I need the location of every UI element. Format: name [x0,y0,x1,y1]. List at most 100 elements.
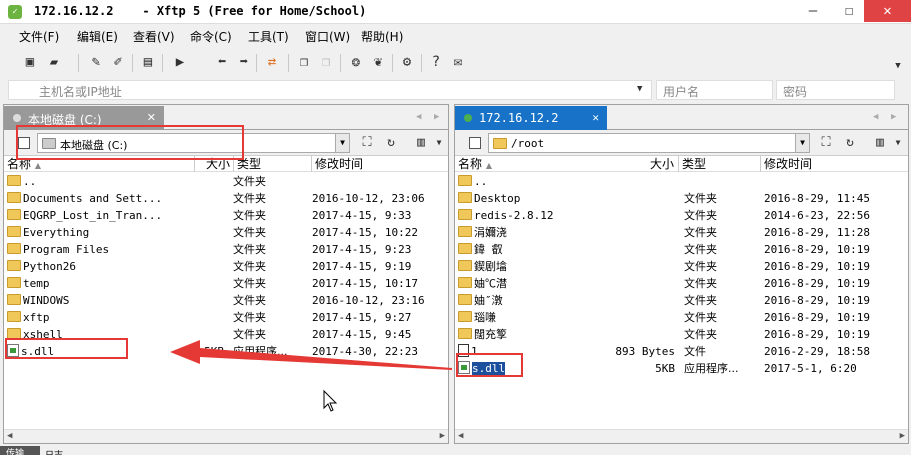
file-type: 文件夹 [684,243,717,256]
table-row[interactable]: 瑙嗛 文件夹 2016-8-29, 10:19 [455,309,908,326]
table-row[interactable]: Documents and Sett... 文件夹 2016-10-12, 23:0… [4,190,448,207]
folder-icon [7,192,21,203]
col-size[interactable]: 大小 [194,156,234,172]
file-size [605,309,675,326]
view-dropdown-icon[interactable]: ▼ [889,135,907,151]
table-row[interactable]: EQGRP_Lost_in_Tran... 文件夹 2017-4-15, 9:33 [4,207,448,224]
table-row[interactable]: 涓嬭浇 文件夹 2016-8-29, 11:28 [455,224,908,241]
refresh-icon[interactable]: ↻ [382,135,400,151]
table-row[interactable]: temp 文件夹 2017-4-15, 10:17 [4,275,448,292]
tree-toggle-icon[interactable] [18,137,30,149]
local-horizontal-scrollbar[interactable]: ◀ ▶ [4,429,448,443]
path-dropdown-icon[interactable]: ▼ [795,134,809,152]
tab-prev-icon[interactable]: ◀ [416,112,421,122]
minimize-button[interactable]: — [796,0,830,22]
col-modified[interactable]: 修改时间 [761,156,908,172]
table-row[interactable]: 妯℃澘 文件夹 2016-8-29, 10:19 [455,275,908,292]
menu-command[interactable]: 命令(C) [190,28,232,45]
close-button[interactable]: ✕ [864,0,911,22]
username-input[interactable]: 用户名 [656,80,773,100]
up-folder-icon[interactable]: ⛶ [358,135,376,151]
new-session-icon[interactable]: ▣ [20,52,40,72]
host-input[interactable]: 主机名或IP地址 [8,80,652,100]
help-icon[interactable]: ? [426,52,446,72]
toolbar-overflow-icon[interactable]: ▼ [888,56,908,76]
file-type: 文件夹 [233,226,266,239]
chat-icon[interactable]: ✉ [448,52,468,72]
path-dropdown-icon[interactable]: ▼ [335,134,349,152]
tab-prev-icon[interactable]: ◀ [873,112,878,122]
paste-icon[interactable]: ❐ [316,52,336,72]
password-input[interactable]: 密码 [776,80,895,100]
menu-edit[interactable]: 编辑(E) [77,28,118,45]
connect-icon[interactable]: ✎ [86,52,106,72]
maximize-button[interactable]: ☐ [832,0,866,22]
table-row[interactable]: WINDOWS 文件夹 2016-10-12, 23:16 [4,292,448,309]
menu-help[interactable]: 帮助(H) [361,28,403,45]
table-row[interactable]: 鍏 叡 文件夹 2016-8-29, 10:19 [455,241,908,258]
tab-next-icon[interactable]: ▶ [434,112,439,122]
toolbar-separator [340,54,341,72]
scroll-right-icon[interactable]: ▶ [440,431,445,441]
properties-icon[interactable]: ▤ [138,52,158,72]
gear-icon[interactable]: ⚙ [397,52,417,72]
file-size [605,275,675,292]
scroll-left-icon[interactable]: ◀ [458,431,463,441]
transfer-icon[interactable]: ⇄ [262,52,282,72]
col-name[interactable]: 名称 ▲ [455,156,605,172]
local-path-combobox[interactable]: 本地磁盘 (C:) ▼ [37,133,350,153]
table-row[interactable]: Python26 文件夹 2017-4-15, 9:19 [4,258,448,275]
tree-toggle-icon[interactable] [469,137,481,149]
table-row[interactable]: Desktop 文件夹 2016-8-29, 11:45 [455,190,908,207]
refresh-icon[interactable]: ↻ [841,135,859,151]
table-row[interactable]: .. [455,173,908,190]
remote-path-combobox[interactable]: /root ▼ [488,133,810,153]
back-arrow-icon[interactable]: ⬅ [212,52,232,72]
table-row[interactable]: 妯″潡 文件夹 2016-8-29, 10:19 [455,292,908,309]
close-tab-icon[interactable]: ✕ [147,111,156,124]
xshell-icon[interactable]: ❂ [346,52,366,72]
tab-transfer[interactable]: 传输 [0,446,40,455]
disconnect-icon[interactable]: ✐ [108,52,128,72]
close-tab-icon[interactable]: ✕ [592,111,599,124]
table-row[interactable]: 鍥剧墖 文件夹 2016-8-29, 10:19 [455,258,908,275]
menu-file[interactable]: 文件(F) [19,28,59,45]
view-mode-icon[interactable]: ▥ [412,135,430,151]
table-row[interactable]: 闊充箰 文件夹 2016-8-29, 10:19 [455,326,908,343]
menu-tools[interactable]: 工具(T) [248,28,289,45]
view-dropdown-icon[interactable]: ▼ [430,135,448,151]
tab-remote-session[interactable]: 172.16.12.2 ✕ [455,106,607,130]
table-row[interactable]: redis-2.8.12 文件夹 2014-6-23, 22:56 [455,207,908,224]
menu-view[interactable]: 查看(V) [133,28,175,45]
scroll-right-icon[interactable]: ▶ [900,431,905,441]
table-row[interactable]: xftp 文件夹 2017-4-15, 9:27 [4,309,448,326]
table-row[interactable]: Program Files 文件夹 2017-4-15, 9:23 [4,241,448,258]
forward-arrow-icon[interactable]: ➡ [234,52,254,72]
col-modified[interactable]: 修改时间 [312,156,448,172]
tab-next-icon[interactable]: ▶ [891,112,896,122]
up-folder-icon[interactable]: ⛶ [817,135,835,151]
file-name: Program Files [23,243,110,256]
file-type: 文件夹 [233,192,266,205]
col-type[interactable]: 类型 [679,156,761,172]
host-dropdown-icon[interactable]: ▼ [637,84,642,94]
play-icon[interactable]: ▶ [170,52,190,72]
open-folder-icon[interactable]: ▰ [44,52,64,72]
scroll-left-icon[interactable]: ◀ [7,431,12,441]
copy-icon[interactable]: ❐ [294,52,314,72]
table-row[interactable]: s.dll 5KB 应用程序... 2017-5-1, 6:20 [455,360,908,377]
table-row[interactable]: s.dll 5KB 应用程序... 2017-4-30, 22:23 [4,343,448,360]
view-mode-icon[interactable]: ▥ [871,135,889,151]
remote-horizontal-scrollbar[interactable]: ◀ ▶ [455,429,908,443]
tab-local-disk[interactable]: 本地磁盘 (C:) ✕ [4,106,164,130]
table-row[interactable]: .. 文件夹 [4,173,448,190]
table-row[interactable]: Everything 文件夹 2017-4-15, 10:22 [4,224,448,241]
table-row[interactable]: 1 893 Bytes 文件 2016-2-29, 18:58 [455,343,908,360]
menu-window[interactable]: 窗口(W) [305,28,350,45]
table-row[interactable]: xshell 文件夹 2017-4-15, 9:45 [4,326,448,343]
tab-log[interactable]: 日志 [45,448,63,455]
xmanager-icon[interactable]: ❦ [368,52,388,72]
toolbar-separator [256,54,257,72]
col-type[interactable]: 类型 [234,156,312,172]
col-size[interactable]: 大小 [605,156,679,172]
